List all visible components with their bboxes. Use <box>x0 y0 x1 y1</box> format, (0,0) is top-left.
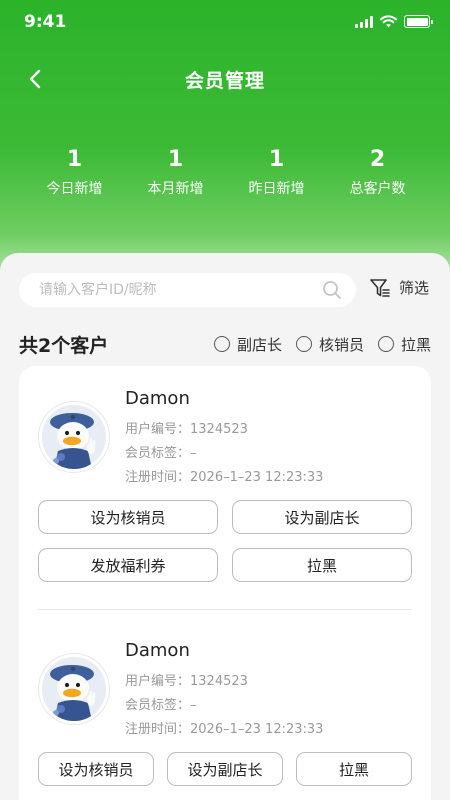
stat-label: 本月新增 <box>147 181 204 197</box>
search-bar[interactable] <box>19 273 356 307</box>
radio-label: 副店长 <box>236 335 282 354</box>
status-icons <box>355 15 433 28</box>
id-label: 用户编号： <box>125 422 191 437</box>
radio-vice-manager[interactable]: 副店长 <box>213 334 282 355</box>
radio-label: 核销员 <box>318 335 364 354</box>
reg-value: 2026–1–23 12:23:33 <box>190 722 324 737</box>
customer-registered: 注册时间：2026–1–23 12:23:33 <box>125 718 323 742</box>
customer-tag: 会员标签：– <box>125 442 197 466</box>
member-management-screen: 9:41 会员管理 1 今日新增 1 本月新增 1 昨日新增 2 总客户数 请输… <box>0 0 450 800</box>
reg-value: 2026–1–23 12:23:33 <box>190 470 324 485</box>
content-sheet: 筛选 共2个客户 副店长 核销员 拉黑 <box>0 253 450 800</box>
divider <box>38 609 412 610</box>
stat-value: 1 <box>268 147 285 172</box>
customer-tag: 会员标签：– <box>125 694 197 718</box>
customer-count: 共2个客户 <box>19 334 109 357</box>
customer-item: Damon 用户编号：1324523 会员标签：– 注册时间：2026–1–23… <box>19 366 431 606</box>
reg-label: 注册时间： <box>125 470 191 485</box>
customer-item: Damon 用户编号：1324523 会员标签：– 注册时间：2026–1–23… <box>19 618 431 800</box>
stat-yesterday-new: 1 昨日新增 <box>226 146 327 198</box>
wifi-icon <box>380 15 397 28</box>
customer-registered: 注册时间：2026–1–23 12:23:33 <box>125 466 323 490</box>
cellular-signal-icon <box>355 15 373 28</box>
status-time: 9:41 <box>24 12 67 32</box>
issue-coupon-button[interactable]: 发放福利券 <box>38 548 218 582</box>
customer-list-card: Damon 用户编号：1324523 会员标签：– 注册时间：2026–1–23… <box>19 366 431 800</box>
radio-blacklist[interactable]: 拉黑 <box>377 334 431 355</box>
id-value: 1324523 <box>190 422 248 437</box>
set-verifier-button[interactable]: 设为核销员 <box>38 500 218 534</box>
search-input[interactable] <box>39 282 322 298</box>
customer-id: 用户编号：1324523 <box>125 418 248 442</box>
set-vice-manager-button[interactable]: 设为副店长 <box>232 500 412 534</box>
stat-value: 2 <box>369 147 386 172</box>
reg-label: 注册时间： <box>125 722 191 737</box>
stats-row: 1 今日新增 1 本月新增 1 昨日新增 2 总客户数 <box>0 146 450 198</box>
set-verifier-button[interactable]: 设为核销员 <box>38 752 154 786</box>
stat-label: 总客户数 <box>349 181 406 197</box>
customer-name: Damon <box>125 388 190 409</box>
battery-icon <box>404 15 433 28</box>
customer-name: Damon <box>125 640 190 661</box>
radio-label: 拉黑 <box>400 335 431 354</box>
stat-label: 昨日新增 <box>248 181 305 197</box>
stat-today-new: 1 今日新增 <box>24 146 125 198</box>
count-row: 共2个客户 副店长 核销员 拉黑 <box>19 329 431 359</box>
search-icon[interactable] <box>322 280 342 300</box>
duck-avatar-icon <box>42 657 106 721</box>
filter-label: 筛选 <box>399 279 430 297</box>
radio-verifier[interactable]: 核销员 <box>295 334 364 355</box>
tag-label: 会员标签： <box>125 446 191 461</box>
tag-value: – <box>190 446 197 461</box>
role-filter-group: 副店长 核销员 拉黑 <box>213 334 431 355</box>
duck-avatar-icon <box>42 405 106 469</box>
page-title: 会员管理 <box>184 70 265 92</box>
stat-total-customers: 2 总客户数 <box>327 146 428 198</box>
set-vice-manager-button[interactable]: 设为副店长 <box>167 752 283 786</box>
radio-circle-icon[interactable] <box>377 336 394 352</box>
filter-icon <box>370 278 390 297</box>
tag-value: – <box>190 698 197 713</box>
tag-label: 会员标签： <box>125 698 191 713</box>
avatar <box>39 654 109 724</box>
avatar <box>39 402 109 472</box>
id-label: 用户编号： <box>125 674 191 689</box>
stat-month-new: 1 本月新增 <box>125 146 226 198</box>
stat-value: 1 <box>167 147 184 172</box>
blacklist-button[interactable]: 拉黑 <box>232 548 412 582</box>
radio-circle-icon[interactable] <box>295 336 312 352</box>
filter-button[interactable]: 筛选 <box>369 277 429 298</box>
stat-label: 今日新增 <box>46 181 103 197</box>
id-value: 1324523 <box>190 674 248 689</box>
stat-value: 1 <box>66 147 83 172</box>
customer-id: 用户编号：1324523 <box>125 670 248 694</box>
radio-circle-icon[interactable] <box>213 336 230 352</box>
blacklist-button[interactable]: 拉黑 <box>296 752 412 786</box>
